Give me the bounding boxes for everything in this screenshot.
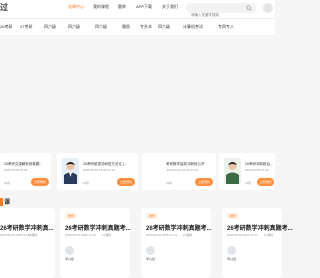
live-date: 2025.09.09 15:30-21:34 [166,168,198,172]
teacher-photo [224,158,241,184]
course-date: 2025.09.09-2025.12.31 [0,233,32,237]
course-count: 10课时 [264,233,274,237]
course-count: 10课时 [102,233,112,237]
live-count: 23阶 [245,181,252,185]
category-cet[interactable]: 四六级 [44,24,56,30]
course-title: 26考研数学冲刺真题考... [227,226,293,232]
reserve-button[interactable]: 立即预约 [31,178,49,186]
category-bar: 26考研 27考研 四六级 四六级 四六级 雅思 专升本 四六级 计算机考试 专… [0,18,275,35]
course-count: 10课时 [28,233,38,237]
teacher-photo [62,158,79,184]
course-date: 2025.09.09-2025.12.31 [146,233,178,237]
course-date: 2025.09.09-2025.12.31 [65,233,97,237]
live-title: 考研数学高效冲刺班公开 [166,162,205,166]
live-count: 23阶 [83,181,90,185]
course-card[interactable]: 推荐 26考研数学冲刺真题考... 2025.09.09-2025.12.31 … [141,208,212,278]
teacher-name: 李兴斌 [227,257,237,261]
course-count: 10课时 [183,233,193,237]
section-marker [0,198,3,206]
reserve-button[interactable]: 立即预约 [257,178,274,186]
recommend-badge: 推荐 [65,213,78,219]
category-cet[interactable]: 四六级 [95,24,107,30]
nav-question-bank[interactable]: 题库 [118,4,126,10]
recommend-badge: 推荐 [227,213,240,219]
top-navbar: 过 选课中心 我的课程 题库 APP下载 关于我们 [0,0,275,20]
nav-app-download[interactable]: APP下载 [136,4,152,10]
live-date: 2025.09.09 15:30 [4,168,28,172]
category-27kaoyan[interactable]: 27考研 [20,24,32,30]
category-cet[interactable]: 四六级 [158,24,170,30]
course-card[interactable]: 26考研数学冲刺真... 2025.09.09-2025.12.31 10课时 [0,208,55,278]
teacher-name: 李兴斌 [65,257,75,261]
nav-my-courses[interactable]: 我的课程 [93,4,109,10]
live-title: 26考研冲刺政治... [245,162,273,166]
nav-course-center[interactable]: 选课中心 [68,4,84,10]
live-card[interactable]: 26考研文强解析闭卷题... 2025.09.09 15:30 23阶 立即预约 [0,153,51,190]
live-title: 26考研英语冲刺班方法论 (... [83,162,127,166]
site-logo[interactable]: 过 [0,2,8,13]
category-cet[interactable]: 四六级 [68,24,80,30]
teacher-name: 李兴斌 [146,257,156,261]
category-ielts[interactable]: 雅思 [122,24,130,30]
live-count: 23阶 [4,181,11,185]
course-title: 26考研数学冲刺真... [0,226,54,232]
live-card[interactable]: 26考研英语冲刺班方法论 (... 2025.09.09 15:30-21:34… [57,153,138,190]
live-date: 2025.09.09 15:30-21:34 [83,168,115,172]
reserve-button[interactable]: 立即预约 [195,178,213,186]
banner-area [0,36,275,148]
user-avatar[interactable] [263,3,273,13]
course-card[interactable]: 推荐 26考研数学冲刺真题考... 2025.09.09-2025.12.31 … [60,208,131,278]
live-date: 2025.09.09 15:30- [245,168,270,172]
section-title: 课 [4,200,11,206]
course-date: 2025.09.09-2025.12.31 [227,233,259,237]
nav-about-us[interactable]: 关于我们 [162,4,178,10]
live-count: 23阶 [166,181,173,185]
search-icon[interactable] [246,5,252,11]
live-card[interactable]: 考研数学高效冲刺班公开 2025.09.09 15:30-21:34 23阶 立… [142,153,216,190]
search-box[interactable] [186,3,256,20]
course-title: 26考研数学冲刺真题考... [65,226,131,232]
live-title: 26考研文强解析闭卷题... [4,162,43,166]
teacher-avatar [65,246,74,255]
course-card[interactable]: 推荐 26考研数学冲刺真题考... 2025.09.09-2025.12.31 … [222,208,293,278]
reserve-button[interactable]: 立即预约 [117,178,135,186]
teacher-avatar [227,246,236,255]
teacher-avatar [146,246,155,255]
course-title: 26考研数学冲刺真题考... [146,226,212,232]
category-tem[interactable]: 专四专八 [218,24,234,30]
category-26kaoyan[interactable]: 26考研 [0,24,12,30]
live-card[interactable]: 26考研冲刺政治... 2025.09.09 15:30- 23阶 立即预约 [219,153,275,190]
recommend-badge: 推荐 [146,213,159,219]
category-zhuanshengben[interactable]: 专升本 [140,24,152,30]
category-computer-exam[interactable]: 计算机考试 [183,24,203,30]
